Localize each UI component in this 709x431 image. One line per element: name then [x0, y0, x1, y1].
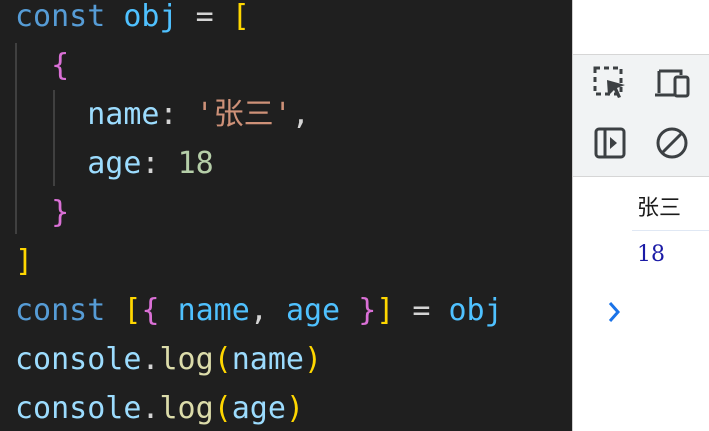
code-token: . — [141, 342, 160, 377]
code-token: age — [231, 391, 286, 426]
code-token: obj — [448, 293, 503, 328]
code-token: { — [141, 293, 160, 328]
inspect-element-icon — [592, 65, 628, 106]
code-token: : — [141, 146, 178, 181]
code-token: '张三' — [195, 97, 292, 132]
sidebar-toggle-icon — [592, 125, 628, 166]
code-token: [ — [123, 293, 142, 328]
code-line: console.log(age) — [15, 384, 304, 431]
devtools-panel: 张三 18 — [572, 0, 709, 431]
code-token: ) — [304, 342, 323, 377]
code-token: ] — [376, 293, 395, 328]
code-line: ] — [15, 237, 33, 286]
code-token: log — [159, 391, 214, 426]
device-toolbar-button[interactable] — [652, 65, 692, 105]
code-token: age — [285, 293, 341, 328]
code-line: const [{ name, age }] = obj — [15, 286, 503, 335]
code-line: age: 18 — [15, 139, 214, 188]
console-output-string: 张三 — [637, 196, 682, 221]
code-line: { — [15, 41, 69, 90]
clear-console-button[interactable] — [652, 125, 692, 165]
code-token: = — [177, 0, 232, 34]
sidebar-toggle-button[interactable] — [590, 125, 630, 165]
code-line: } — [15, 188, 69, 237]
code-token: age — [87, 146, 142, 181]
code-line: const obj = [ — [15, 0, 250, 41]
code-token: } — [358, 293, 377, 328]
console-prompt[interactable] — [602, 295, 702, 329]
clear-console-icon — [654, 125, 690, 166]
code-token: console — [15, 342, 142, 377]
code-token: , — [291, 97, 310, 132]
code-token: ] — [15, 244, 34, 279]
console-message-divider — [632, 230, 709, 231]
code-token: } — [51, 195, 70, 230]
code-token: name — [87, 97, 160, 132]
chevron-right-icon — [607, 300, 621, 329]
code-token: name — [177, 293, 250, 328]
code-line: console.log(name) — [15, 335, 322, 384]
code-token: ( — [213, 391, 232, 426]
code-token: obj — [123, 0, 178, 34]
code-token: { — [51, 48, 70, 83]
device-toolbar-icon — [653, 65, 691, 106]
code-token: const — [15, 293, 124, 328]
console-output-number: 18 — [637, 242, 665, 267]
code-token: const — [15, 0, 124, 34]
code-token: . — [141, 391, 160, 426]
code-token: name — [231, 342, 304, 377]
code-token: ) — [285, 391, 304, 426]
code-token: console — [15, 391, 142, 426]
console-toolbar — [573, 54, 709, 177]
code-token: , — [249, 293, 286, 328]
inspect-element-button[interactable] — [590, 65, 630, 105]
code-token: ( — [213, 342, 232, 377]
code-token: [ — [231, 0, 250, 34]
code-token: log — [159, 342, 214, 377]
code-token: : — [159, 97, 196, 132]
code-editor[interactable]: const obj = [ { name: '张三', age: 18 }] co… — [0, 0, 572, 431]
code-token: = — [394, 293, 449, 328]
code-line: name: '张三', — [15, 90, 310, 139]
code-token: 18 — [177, 146, 214, 181]
